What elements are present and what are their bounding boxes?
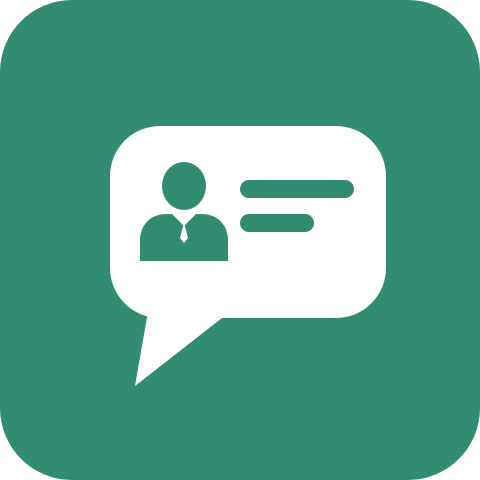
- person-head: [162, 162, 206, 210]
- app-icon: [0, 0, 480, 480]
- app-icon-graphic: [0, 0, 480, 480]
- text-line-short: [240, 214, 314, 232]
- text-line-long: [240, 180, 354, 198]
